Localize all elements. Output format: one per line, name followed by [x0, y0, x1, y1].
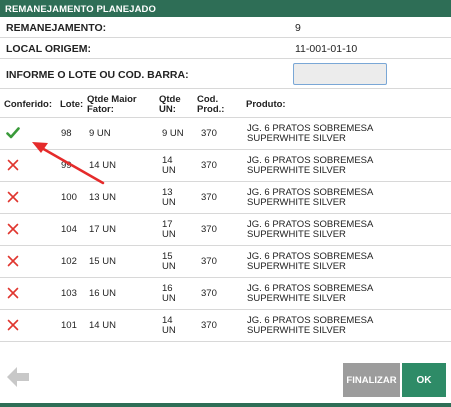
lote-input-row: INFORME O LOTE OU COD. BARRA:	[0, 59, 451, 89]
lote-barcode-input[interactable]	[293, 63, 387, 85]
produto-cell: JG. 6 PRATOS SOBREMESA SUPERWHITE SILVER	[247, 187, 374, 208]
header-conferido: Conferido:	[4, 99, 53, 110]
ok-button[interactable]: OK	[402, 363, 446, 397]
window-title: REMANEJAMENTO PLANEJADO	[0, 0, 451, 17]
lote-cell: 102	[61, 256, 77, 267]
back-button[interactable]	[5, 365, 31, 389]
table-row[interactable]: 98 9 UN 9 UN 370 JG. 6 PRATOS SOBREMESA SUPER…	[0, 118, 451, 150]
lote-cell: 101	[61, 320, 77, 331]
cross-icon[interactable]	[6, 318, 20, 332]
table-row[interactable]: 103 16 UN 16 UN 370 JG. 6 PRATOS SOBREMESA SUP…	[0, 278, 451, 310]
local-origem-label: LOCAL ORIGEM:	[6, 43, 91, 55]
lote-cell: 99	[61, 160, 72, 171]
lote-cell: 104	[61, 224, 77, 235]
qtde-maior-fator-cell: 17 UN	[89, 224, 116, 235]
qtde-un-cell: 14 UN	[162, 155, 176, 176]
remanejamento-label: REMANEJAMENTO:	[6, 22, 107, 34]
produto-cell: JG. 6 PRATOS SOBREMESA SUPERWHITE SILVER	[247, 283, 374, 304]
qtde-un-cell: 14 UN	[162, 315, 176, 336]
produto-cell: JG. 6 PRATOS SOBREMESA SUPERWHITE SILVER	[247, 251, 374, 272]
local-origem-row: LOCAL ORIGEM: 11-001-01-10	[0, 38, 451, 59]
remanejamento-row: REMANEJAMENTO: 9	[0, 17, 451, 38]
cod-prod-cell: 370	[201, 192, 217, 203]
qtde-maior-fator-cell: 16 UN	[89, 288, 116, 299]
table-row[interactable]: 104 17 UN 17 UN 370 JG. 6 PRATOS SOBREMESA SUP…	[0, 214, 451, 246]
table-header: Conferido: Lote: Qtde Maior Fator: Qtde …	[0, 89, 451, 118]
cod-prod-cell: 370	[201, 288, 217, 299]
header-qtde-maior-fator: Qtde Maior Fator:	[87, 94, 137, 115]
qtde-un-cell: 9 UN	[162, 128, 184, 139]
produto-cell: JG. 6 PRATOS SOBREMESA SUPERWHITE SILVER	[247, 315, 374, 336]
table-row[interactable]: 101 14 UN 14 UN 370 JG. 6 PRATOS SOBREMESA SUP…	[0, 310, 451, 342]
qtde-maior-fator-cell: 9 UN	[89, 128, 111, 139]
produto-cell: JG. 6 PRATOS SOBREMESA SUPERWHITE SILVER	[247, 155, 374, 176]
cod-prod-cell: 370	[201, 320, 217, 331]
cod-prod-cell: 370	[201, 160, 217, 171]
qtde-maior-fator-cell: 13 UN	[89, 192, 116, 203]
qtde-un-cell: 16 UN	[162, 283, 176, 304]
lote-cell: 98	[61, 128, 72, 139]
cross-icon[interactable]	[6, 158, 20, 172]
lote-label: INFORME O LOTE OU COD. BARRA:	[6, 69, 189, 81]
table-row[interactable]: 100 13 UN 13 UN 370 JG. 6 PRATOS SOBREMESA SUP…	[0, 182, 451, 214]
header-cod-prod: Cod. Prod.:	[197, 94, 225, 115]
finalizar-button[interactable]: FINALIZAR	[343, 363, 400, 397]
header-lote: Lote:	[60, 99, 84, 110]
cross-icon[interactable]	[6, 222, 20, 236]
qtde-un-cell: 13 UN	[162, 187, 176, 208]
lote-cell: 100	[61, 192, 77, 203]
qtde-maior-fator-cell: 14 UN	[89, 320, 116, 331]
check-icon[interactable]	[6, 126, 20, 140]
qtde-un-cell: 15 UN	[162, 251, 176, 272]
qtde-maior-fator-cell: 15 UN	[89, 256, 116, 267]
produto-cell: JG. 6 PRATOS SOBREMESA SUPERWHITE SILVER	[247, 219, 374, 240]
local-origem-value: 11-001-01-10	[295, 43, 358, 55]
cod-prod-cell: 370	[201, 224, 217, 235]
qtde-maior-fator-cell: 14 UN	[89, 160, 116, 171]
cod-prod-cell: 370	[201, 128, 217, 139]
bottom-bar	[0, 403, 451, 407]
remanejamento-value: 9	[295, 22, 301, 34]
header-qtde-un: Qtde UN:	[159, 94, 181, 115]
table-row[interactable]: 102 15 UN 15 UN 370 JG. 6 PRATOS SOBREMESA SUP…	[0, 246, 451, 278]
header-produto: Produto:	[246, 99, 286, 110]
cross-icon[interactable]	[6, 254, 20, 268]
lote-cell: 103	[61, 288, 77, 299]
cross-icon[interactable]	[6, 286, 20, 300]
produto-cell: JG. 6 PRATOS SOBREMESA SUPERWHITE SILVER	[247, 123, 374, 144]
cod-prod-cell: 370	[201, 256, 217, 267]
table-row[interactable]: 99 14 UN 14 UN 370 JG. 6 PRATOS SOBREMESA SUPE…	[0, 150, 451, 182]
cross-icon[interactable]	[6, 190, 20, 204]
qtde-un-cell: 17 UN	[162, 219, 176, 240]
arrow-left-icon	[7, 367, 29, 387]
